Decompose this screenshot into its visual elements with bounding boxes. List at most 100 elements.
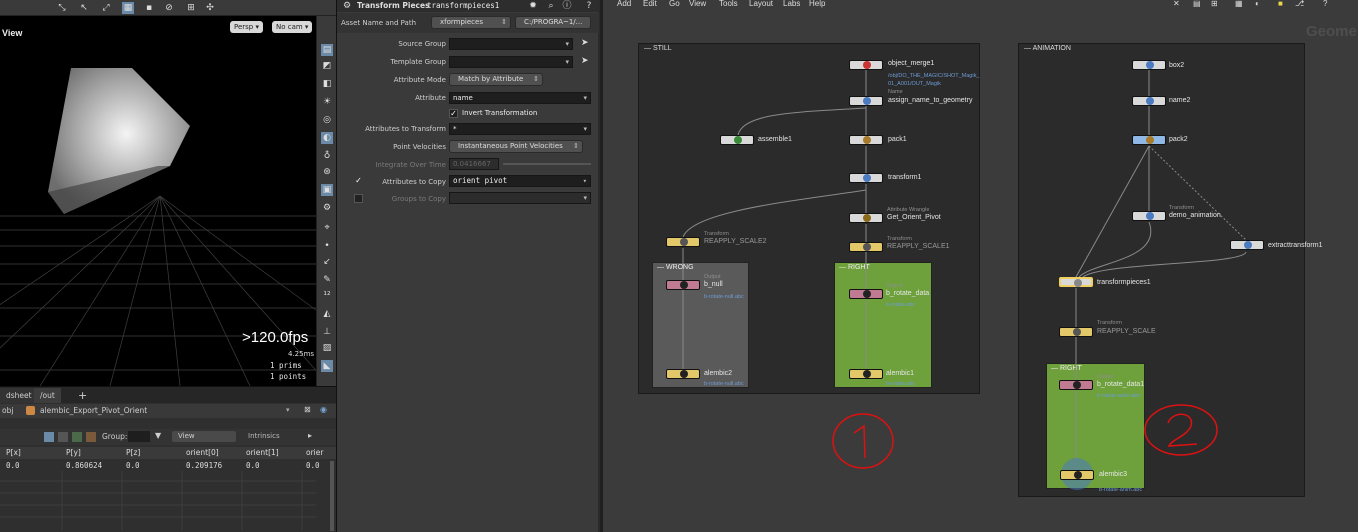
select-region-icon[interactable]: ⤢ — [100, 2, 112, 14]
vertices-mode-icon[interactable] — [58, 432, 68, 442]
invert-transformation-checkbox[interactable]: ✓ — [449, 109, 458, 118]
point-velocities-label: Point Velocities — [393, 143, 446, 151]
ghost-icon[interactable]: ⊘ — [163, 2, 175, 14]
paint-icon[interactable]: ◭ — [321, 308, 333, 320]
tab-out[interactable]: /out — [34, 388, 61, 403]
asset-name-dropdown[interactable]: xformpieces ⇕ — [431, 16, 511, 29]
template-group-field[interactable]: ▾ — [449, 56, 573, 68]
scroll-right-icon[interactable]: ▸ — [308, 431, 312, 440]
path-context[interactable]: obj — [2, 406, 13, 415]
node-type-icon — [26, 406, 35, 415]
groups-to-copy-checkbox[interactable] — [354, 194, 363, 203]
integrate-slider — [503, 163, 591, 165]
bulb-icon[interactable]: ♁ — [321, 150, 333, 162]
points-mode-icon[interactable] — [44, 432, 54, 442]
tab-spreadsheet[interactable]: dsheet — [0, 388, 38, 403]
col-pz[interactable]: P[z] — [126, 448, 140, 457]
display-options-icon[interactable]: ▣ — [321, 184, 333, 196]
spreadsheet-header: P[x] P[y] P[z] orient[0] orient[1] orier — [0, 447, 336, 459]
prims-count: 1 prims — [270, 361, 302, 370]
spreadsheet-path-bar: obj alembic_Export_Pivot_Orient ▾ ⊠ ◉ — [0, 404, 336, 418]
light-icon[interactable]: ☀ — [321, 96, 333, 108]
headlight-icon[interactable]: ◐ — [321, 132, 333, 144]
wireframe-icon[interactable]: ▤ — [321, 44, 333, 56]
viewport-title: View — [2, 28, 23, 38]
template-group-label: Template Group — [390, 58, 446, 66]
annotation-digit-2 — [1167, 413, 1198, 447]
snapping-grid-icon[interactable]: ✣ — [204, 2, 216, 14]
node-name-field[interactable]: transformpieces1 — [427, 1, 499, 10]
annotation-digit-1 — [853, 424, 866, 459]
spreadsheet-scrollbar[interactable] — [330, 461, 334, 531]
persp-camera-dropdown[interactable]: Persp ▾ — [230, 21, 263, 33]
chevron-down-icon[interactable]: ▾ — [286, 406, 290, 414]
attributes-to-copy-checkbox[interactable]: ✓ — [354, 177, 363, 186]
pin-icon[interactable]: ⊥ — [321, 326, 333, 338]
col-orient0[interactable]: orient[0] — [186, 448, 219, 457]
detail-mode-icon[interactable] — [86, 432, 96, 442]
view-dropdown[interactable]: View — [172, 431, 236, 442]
transform-icon[interactable]: ⚙ — [321, 202, 333, 214]
reference-icon[interactable]: ◎ — [321, 114, 333, 126]
col-orient2[interactable]: orier — [306, 448, 323, 457]
display-mode-icon[interactable]: ▦ — [122, 2, 134, 14]
col-px[interactable]: P[x] — [6, 448, 21, 457]
path-node[interactable]: alembic_Export_Pivot_Orient — [40, 406, 147, 415]
camera-icon[interactable]: ⊛ — [321, 166, 333, 178]
cell-py: 0.860624 — [66, 461, 103, 470]
gear-icon[interactable]: ✹ — [527, 0, 539, 12]
parameter-header: ⚙ Transform Pieces transformpieces1 ✹ ⌕ … — [337, 0, 599, 12]
numbers-icon[interactable]: ¹² — [321, 290, 333, 302]
asset-name-value: xformpieces — [440, 18, 483, 26]
add-tab-button[interactable]: + — [72, 388, 93, 403]
source-group-field[interactable]: ▾ — [449, 38, 573, 50]
asset-path-dropdown[interactable]: C:/PROGRA~1/... — [515, 16, 591, 29]
select-arrow-icon[interactable]: ➤ — [581, 38, 591, 48]
handles-icon[interactable]: ⌖ — [321, 222, 333, 234]
attributes-to-copy-field[interactable]: orient pivot ▾ — [449, 175, 591, 187]
intrinsics-dropdown[interactable]: Intrinsics — [248, 432, 280, 440]
pick-icon[interactable]: ✎ — [321, 274, 333, 286]
select-icon[interactable]: ⤡ — [56, 2, 68, 14]
node-type-label: Transform Pieces — [357, 1, 430, 10]
invert-transformation-label: Invert Transformation — [462, 109, 538, 117]
viewport-canvas[interactable]: View Persp ▾ No cam ▾ >120.0fps 4.25ms 1… — [0, 16, 316, 386]
point-icon[interactable]: • — [321, 240, 333, 252]
spreadsheet-grid — [0, 471, 316, 531]
col-orient1[interactable]: orient[1] — [246, 448, 279, 457]
asset-path-value: C:/PROGRA~1/... — [524, 18, 583, 26]
houdini-window: ⤡ ↖ ⤢ ▦ ▪ ⊘ ⊞ ✣ View Persp ▾ No cam ▾ >1… — [0, 0, 1358, 532]
link-icon[interactable]: ◉ — [320, 405, 327, 414]
smooth-icon[interactable]: ◧ — [321, 78, 333, 90]
snap-icon[interactable]: ⊞ — [185, 2, 197, 14]
normals-icon[interactable]: ↙ — [321, 256, 333, 268]
node-type-icon: ⚙ — [342, 1, 352, 11]
integrate-over-time-label: Integrate Over Time — [375, 161, 446, 169]
chevron-down-icon: ▾ — [583, 94, 587, 102]
group-field[interactable] — [128, 431, 150, 442]
help-icon[interactable]: ? — [583, 0, 595, 12]
attributes-to-transform-field[interactable]: * ▾ — [449, 123, 591, 135]
info-icon[interactable]: ⓘ — [561, 0, 573, 12]
chevron-down-icon: ▾ — [565, 40, 569, 48]
render-region-icon[interactable]: ◣ — [321, 360, 333, 372]
measure-icon[interactable]: ▨ — [321, 342, 333, 354]
cam-dropdown[interactable]: No cam ▾ — [272, 21, 313, 33]
filter-icon[interactable]: ▼ — [155, 431, 161, 440]
attribute-mode-dropdown[interactable]: Match by Attribute ⇕ — [449, 73, 543, 86]
primitives-mode-icon[interactable] — [72, 432, 82, 442]
point-velocities-dropdown[interactable]: Instantaneous Point Velocities ⇕ — [449, 140, 583, 153]
search-icon[interactable]: ⌕ — [545, 0, 557, 12]
chevron-down-icon: ▾ — [565, 58, 569, 66]
pin-icon[interactable]: ⊠ — [304, 405, 311, 414]
col-py[interactable]: P[y] — [66, 448, 81, 457]
points-count: 1 points — [270, 372, 307, 381]
select-arrow-icon[interactable]: ➤ — [581, 56, 591, 66]
annotation-circle-1 — [832, 413, 894, 469]
integrate-over-time-field: 0.0416667 — [449, 158, 499, 170]
attribute-mode-label: Attribute Mode — [393, 76, 446, 84]
shaded-icon[interactable]: ◩ — [321, 60, 333, 72]
attribute-field[interactable]: name ▾ — [449, 92, 591, 104]
select-pointer-icon[interactable]: ↖ — [78, 2, 90, 14]
single-view-icon[interactable]: ▪ — [143, 2, 155, 14]
